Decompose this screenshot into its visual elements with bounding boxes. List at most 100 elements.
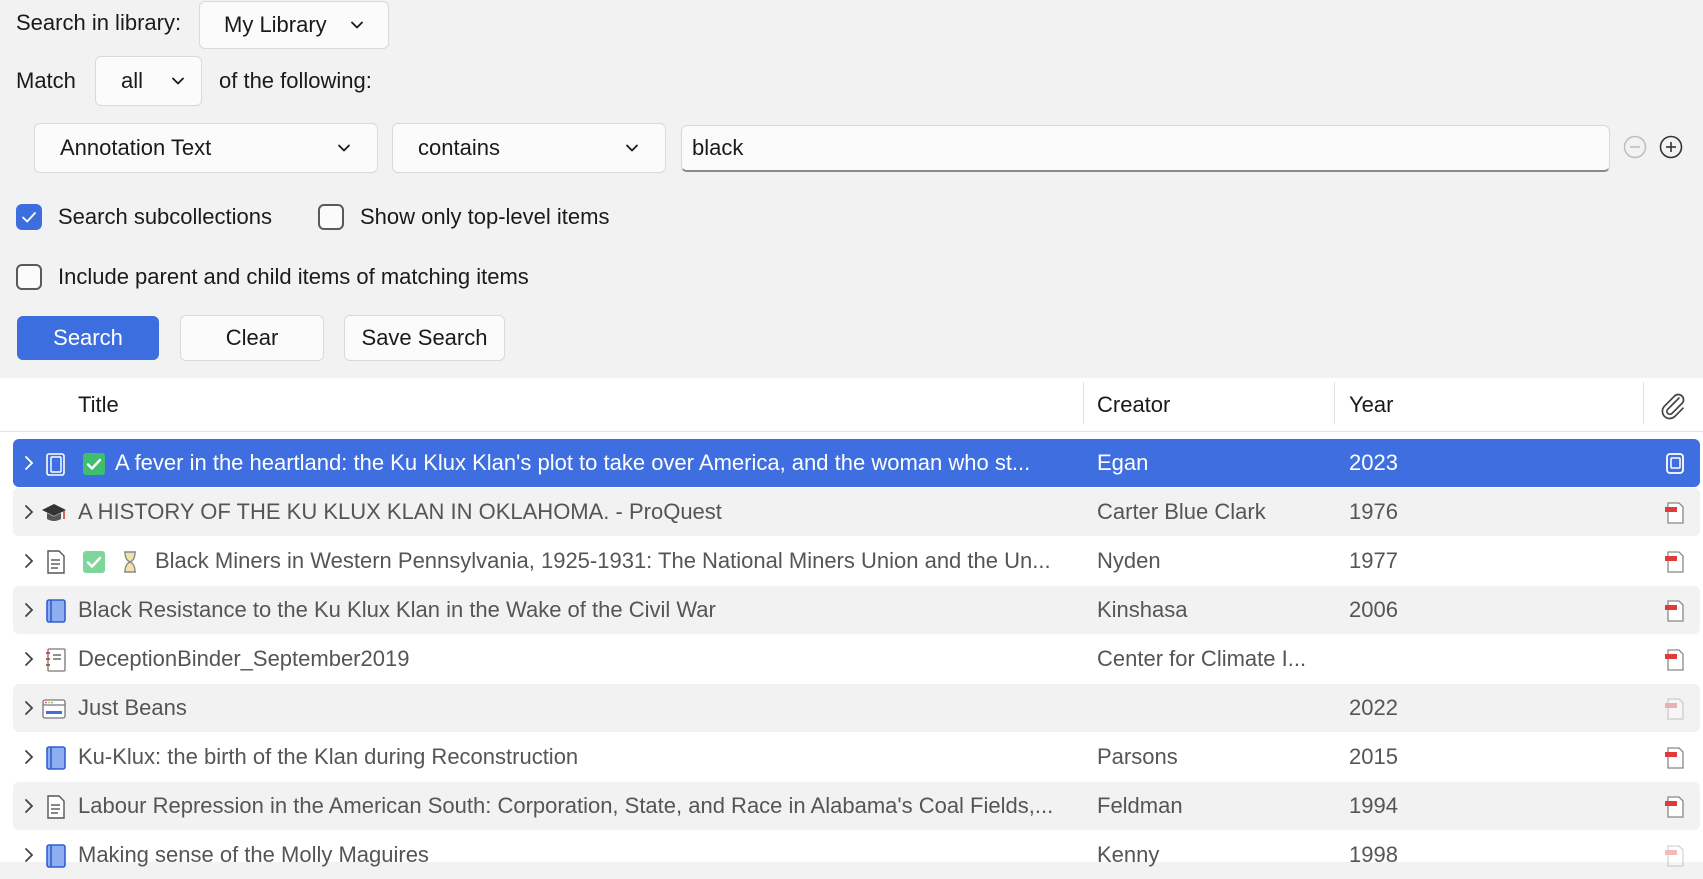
thesis-icon bbox=[42, 504, 66, 521]
clear-button[interactable]: Clear bbox=[180, 315, 324, 361]
row-year: 2022 bbox=[1349, 695, 1398, 720]
book-icon bbox=[46, 599, 66, 623]
row-year bbox=[1349, 635, 1549, 683]
chevron-right-icon[interactable] bbox=[22, 553, 36, 569]
row-creator: Feldman bbox=[1097, 793, 1183, 818]
table-row[interactable]: A fever in the heartland: the Ku Klux Kl… bbox=[13, 439, 1700, 487]
row-year: 2023 bbox=[1349, 450, 1398, 475]
report-icon bbox=[46, 648, 66, 672]
green-check-tag-icon bbox=[83, 551, 105, 573]
chevron-right-icon[interactable] bbox=[22, 700, 36, 716]
search-subcollections-label[interactable]: Search subcollections bbox=[58, 202, 272, 232]
table-row[interactable]: Just Beans 2022 bbox=[13, 684, 1700, 732]
checkmark-icon bbox=[22, 212, 36, 223]
chevron-right-icon[interactable] bbox=[22, 651, 36, 667]
table-row[interactable]: A HISTORY OF THE KU KLUX KLAN IN OKLAHOM… bbox=[13, 488, 1700, 536]
pdf-icon[interactable] bbox=[1662, 549, 1688, 575]
table-row[interactable]: Black Resistance to the Ku Klux Klan in … bbox=[13, 586, 1700, 634]
condition-operator-dropdown[interactable]: contains bbox=[392, 123, 666, 173]
column-divider[interactable] bbox=[1334, 382, 1335, 424]
row-creator: Nyden bbox=[1097, 548, 1161, 573]
row-creator: Carter Blue Clark bbox=[1097, 499, 1266, 524]
row-title: A HISTORY OF THE KU KLUX KLAN IN OKLAHOM… bbox=[78, 499, 722, 524]
add-condition-icon[interactable] bbox=[1659, 135, 1683, 159]
column-header-title[interactable]: Title bbox=[78, 378, 119, 432]
save-search-button[interactable]: Save Search bbox=[344, 315, 505, 361]
match-dropdown-value: all bbox=[121, 68, 144, 93]
row-title: Making sense of the Molly Maguires bbox=[78, 842, 429, 867]
pdf-icon[interactable] bbox=[1662, 647, 1688, 673]
row-title: Black Resistance to the Ku Klux Klan in … bbox=[78, 597, 716, 622]
top-level-only-checkbox[interactable] bbox=[318, 204, 344, 230]
condition-field-value: Annotation Text bbox=[60, 135, 212, 160]
row-title: Ku-Klux: the birth of the Klan during Re… bbox=[78, 744, 579, 769]
row-year: 1976 bbox=[1349, 499, 1398, 524]
table-row[interactable]: Black Miners in Western Pennsylvania, 19… bbox=[13, 537, 1700, 585]
row-title: Labour Repression in the American South:… bbox=[78, 793, 1054, 818]
snapshot-icon[interactable] bbox=[1662, 451, 1688, 477]
row-title: Black Miners in Western Pennsylvania, 19… bbox=[155, 548, 1051, 573]
hourglass-icon bbox=[124, 551, 136, 573]
pdf-icon[interactable] bbox=[1662, 745, 1688, 771]
pdf-faded-icon[interactable] bbox=[1662, 843, 1688, 869]
chevron-down-icon bbox=[351, 21, 363, 29]
condition-field-dropdown[interactable]: Annotation Text bbox=[34, 123, 378, 173]
chevron-right-icon[interactable] bbox=[22, 455, 36, 471]
table-header: Title Creator Year bbox=[0, 378, 1703, 432]
column-divider[interactable] bbox=[1083, 382, 1084, 424]
row-title: DeceptionBinder_September2019 bbox=[78, 646, 410, 671]
search-subcollections-checkbox[interactable] bbox=[16, 204, 42, 230]
match-dropdown[interactable]: all bbox=[95, 56, 202, 106]
match-label: Match bbox=[16, 68, 76, 93]
pdf-icon[interactable] bbox=[1662, 500, 1688, 526]
chevron-down-icon bbox=[338, 144, 350, 152]
table-row[interactable]: DeceptionBinder_September2019 Center for… bbox=[13, 635, 1700, 683]
row-year: 2015 bbox=[1349, 744, 1398, 769]
row-creator: Center for Climate I... bbox=[1097, 646, 1307, 671]
chevron-right-icon[interactable] bbox=[22, 504, 36, 520]
chevron-down-icon bbox=[626, 144, 638, 152]
library-dropdown-value: My Library bbox=[224, 12, 327, 37]
include-parent-child-label[interactable]: Include parent and child items of matchi… bbox=[58, 262, 529, 292]
row-year: 1977 bbox=[1349, 548, 1398, 573]
journal-article-icon bbox=[47, 550, 65, 574]
table-row[interactable]: Making sense of the Molly Maguires Kenny… bbox=[13, 831, 1700, 879]
chevron-right-icon[interactable] bbox=[22, 847, 36, 863]
include-parent-child-checkbox[interactable] bbox=[16, 264, 42, 290]
chevron-down-icon bbox=[172, 77, 184, 85]
remove-condition-icon[interactable] bbox=[1623, 135, 1647, 159]
pdf-faded-icon[interactable] bbox=[1662, 696, 1688, 722]
column-divider[interactable] bbox=[1643, 382, 1644, 424]
book-icon bbox=[46, 844, 66, 868]
search-button[interactable]: Search bbox=[17, 316, 159, 360]
column-header-year[interactable]: Year bbox=[1349, 378, 1393, 432]
chevron-right-icon[interactable] bbox=[22, 602, 36, 618]
green-check-tag-icon bbox=[83, 453, 105, 475]
row-year: 2006 bbox=[1349, 597, 1398, 622]
row-creator: Parsons bbox=[1097, 744, 1178, 769]
book-icon bbox=[46, 746, 66, 770]
row-year: 1998 bbox=[1349, 842, 1398, 867]
table-row[interactable]: Labour Repression in the American South:… bbox=[13, 782, 1700, 830]
row-creator: Kinshasa bbox=[1097, 597, 1188, 622]
row-creator: Kenny bbox=[1097, 842, 1160, 867]
paperclip-icon[interactable] bbox=[1657, 390, 1687, 420]
row-year: 1994 bbox=[1349, 793, 1398, 818]
condition-value-input[interactable]: black bbox=[681, 125, 1610, 172]
row-title: A fever in the heartland: the Ku Klux Kl… bbox=[115, 450, 1031, 475]
journal-article-icon bbox=[47, 795, 65, 819]
top-level-only-label[interactable]: Show only top-level items bbox=[360, 202, 609, 232]
match-suffix-label: of the following: bbox=[219, 68, 372, 93]
column-header-creator[interactable]: Creator bbox=[1097, 378, 1170, 432]
chevron-right-icon[interactable] bbox=[22, 798, 36, 814]
row-creator bbox=[1097, 684, 1317, 732]
pdf-icon[interactable] bbox=[1662, 794, 1688, 820]
chevron-right-icon[interactable] bbox=[22, 749, 36, 765]
library-dropdown[interactable]: My Library bbox=[199, 1, 389, 49]
pdf-icon[interactable] bbox=[1662, 598, 1688, 624]
results-table: Title Creator Year A fever in the heartl… bbox=[0, 378, 1703, 868]
row-creator: Egan bbox=[1097, 450, 1149, 475]
webpage-icon bbox=[42, 699, 66, 719]
table-row[interactable]: Ku-Klux: the birth of the Klan during Re… bbox=[13, 733, 1700, 781]
row-title: Just Beans bbox=[78, 695, 187, 720]
